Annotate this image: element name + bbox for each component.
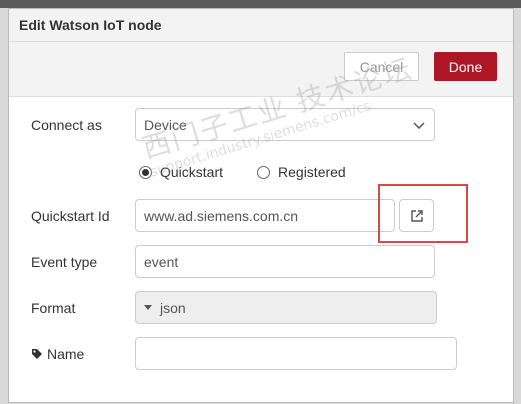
name-label: Name [31,346,84,362]
quickstart-id-input[interactable]: www.ad.siemens.com.cn [135,199,395,232]
dialog-header: Edit Watson IoT node [9,9,513,42]
connect-as-select[interactable]: Device [135,108,435,141]
form-body: Connect as Device Quickstart Registered … [9,97,513,404]
connect-as-label: Connect as [31,117,102,133]
event-type-input[interactable]: event [135,245,435,278]
radio-quickstart-label[interactable]: Quickstart [160,164,223,180]
window-top-bar [0,0,521,8]
cancel-button[interactable]: Cancel [344,52,419,81]
highlight-box [378,184,468,243]
radio-quickstart[interactable] [139,165,152,179]
tag-icon [32,349,42,359]
radio-registered-label[interactable]: Registered [278,164,346,180]
event-type-value: event [144,253,179,270]
dialog-toolbar: Cancel Done [9,42,513,97]
connection-mode-radios: Quickstart Registered [139,164,380,180]
event-type-label: Event type [31,254,98,270]
radio-registered[interactable] [257,165,271,179]
connect-as-value: Device [144,116,187,133]
dialog-title: Edit Watson IoT node [19,17,162,33]
name-label-text: Name [47,346,85,362]
format-input[interactable]: json [135,291,437,324]
edit-node-dialog: Edit Watson IoT node Cancel Done Connect… [8,8,514,403]
chevron-down-icon [413,121,425,129]
format-value: json [160,299,186,316]
done-button[interactable]: Done [434,52,497,81]
quickstart-id-label: Quickstart Id [31,208,110,224]
format-label: Format [31,300,76,316]
caret-down-icon [144,305,152,310]
quickstart-id-value: www.ad.siemens.com.cn [144,207,299,224]
name-input[interactable] [135,337,457,370]
